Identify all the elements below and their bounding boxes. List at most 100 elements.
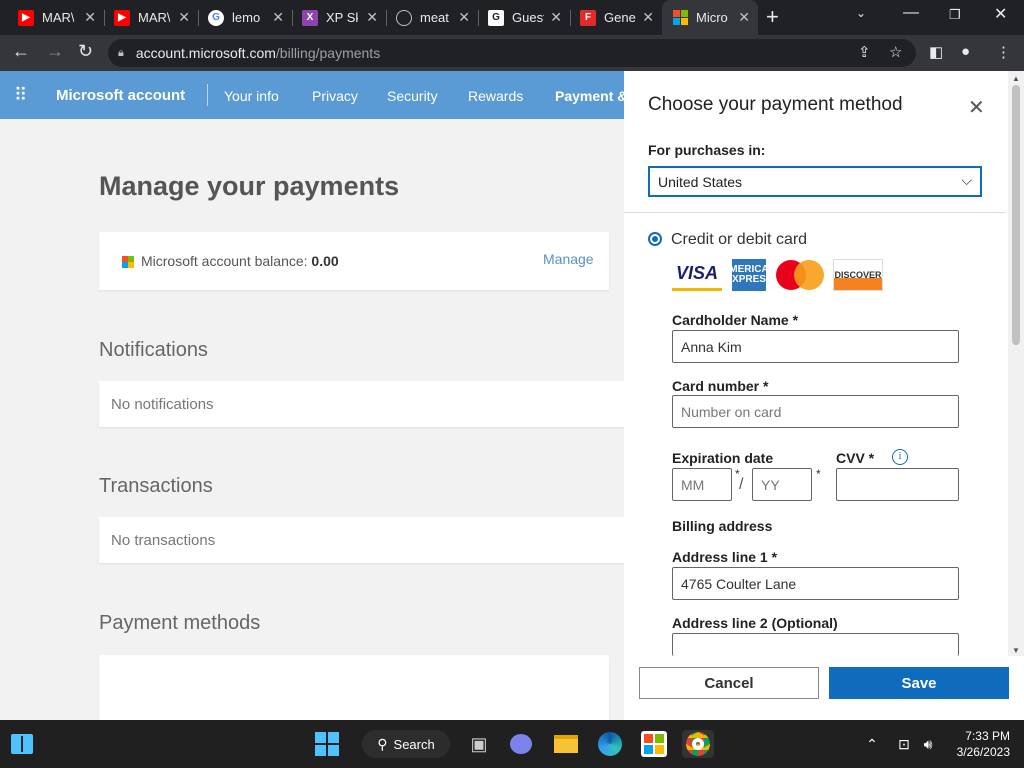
scroll-up-icon[interactable]: ▲ — [1012, 74, 1020, 83]
card-number-input[interactable]: Number on card — [672, 395, 959, 428]
widgets-icon[interactable] — [10, 730, 34, 758]
transactions-empty-text: No transactions — [111, 532, 216, 549]
purchases-label: For purchases in: — [648, 142, 766, 158]
card-number-label: Card number * — [672, 378, 769, 394]
transactions-card: No transactions — [99, 517, 639, 563]
nav-link-your-info[interactable]: Your info — [224, 88, 279, 104]
chrome-icon[interactable] — [682, 730, 714, 758]
reload-icon[interactable]: ↻ — [78, 41, 93, 62]
browser-tab[interactable]: ▶ MAR\ ✕ — [104, 0, 198, 35]
youtube-icon: ▶ — [114, 9, 130, 26]
volume-icon[interactable]: 🔊︎ — [918, 730, 938, 758]
file-explorer-icon[interactable] — [552, 730, 580, 758]
browser-tab[interactable]: meat ✕ — [386, 0, 478, 35]
scroll-down-icon[interactable]: ▼ — [1012, 646, 1020, 655]
restore-icon[interactable]: ❐ — [949, 7, 961, 23]
close-tab-icon[interactable]: ✕ — [550, 9, 562, 26]
address-line-2-input[interactable] — [672, 633, 959, 656]
browser-tab[interactable]: G Guest ✕ — [478, 0, 570, 35]
manage-link[interactable]: Manage — [543, 251, 594, 267]
address-line-2-label: Address line 2 (Optional) — [672, 615, 838, 631]
close-tab-icon[interactable]: ✕ — [642, 9, 654, 26]
panel-title: Choose your payment method — [648, 94, 903, 115]
close-tab-icon[interactable]: ✕ — [366, 9, 378, 26]
cancel-button[interactable]: Cancel — [639, 667, 819, 699]
info-icon[interactable]: i — [892, 449, 908, 465]
tab-title: meat — [420, 10, 449, 25]
clock-date: 3/26/2023 — [956, 745, 1010, 759]
taskbar-search[interactable]: ⚲ Search — [362, 730, 450, 758]
lock-icon: 🔒︎ — [118, 46, 124, 59]
g-icon: G — [488, 9, 504, 26]
start-icon[interactable] — [314, 730, 340, 758]
chevron-up-icon[interactable]: ⌃ — [864, 730, 880, 758]
nav-link-rewards[interactable]: Rewards — [468, 88, 523, 104]
address-bar[interactable]: 🔒︎ account.microsoft.com/billing/payment… — [108, 39, 916, 67]
store-icon[interactable] — [640, 730, 668, 758]
minimize-icon[interactable]: — — [903, 4, 919, 22]
scrollbar-thumb[interactable] — [1012, 85, 1020, 345]
close-icon[interactable]: ✕ — [968, 95, 985, 120]
edge-icon[interactable] — [596, 730, 624, 758]
taskbar-search-label: Search — [393, 736, 435, 752]
visa-logo: VISA — [672, 259, 722, 291]
save-button[interactable]: Save — [829, 667, 1009, 699]
task-view-icon[interactable]: ▣ — [466, 730, 492, 758]
tab-title: MAR\ — [42, 10, 74, 25]
f-icon: F — [580, 9, 596, 26]
xp-icon: X — [302, 9, 318, 26]
required-mark: * — [816, 467, 821, 481]
cvv-input[interactable] — [836, 468, 959, 501]
close-tab-icon[interactable]: ✕ — [458, 9, 470, 26]
browser-tab[interactable]: F Gene ✕ — [570, 0, 662, 35]
page-title: Manage your payments — [99, 171, 400, 201]
payment-methods-heading: Payment methods — [99, 612, 261, 634]
microsoft-icon — [672, 9, 688, 26]
url-host: account.microsoft.com — [135, 45, 276, 61]
transactions-heading: Transactions — [99, 475, 213, 497]
expiration-year-input[interactable]: YY — [752, 468, 812, 501]
browser-toolbar: ← → ↻ 🔒︎ account.microsoft.com/billing/p… — [0, 35, 1024, 71]
tab-search-icon[interactable]: ⌄ — [856, 6, 866, 20]
new-tab-icon[interactable]: + — [766, 4, 779, 30]
teams-chat-icon[interactable] — [508, 730, 534, 758]
credit-card-radio-label[interactable]: Credit or debit card — [671, 231, 807, 249]
forward-icon[interactable]: → — [46, 41, 64, 62]
country-value: United States — [658, 174, 743, 190]
close-tab-icon[interactable]: ✕ — [84, 9, 96, 26]
nav-link-security[interactable]: Security — [387, 88, 438, 104]
close-tab-icon[interactable]: ✕ — [738, 9, 750, 26]
side-panel-icon[interactable]: ◧ — [929, 43, 943, 61]
close-tab-icon[interactable]: ✕ — [178, 9, 190, 26]
credit-card-radio[interactable] — [648, 232, 662, 246]
expiration-label: Expiration date — [672, 450, 774, 466]
tab-strip: ▶ MAR\ ✕ ▶ MAR\ ✕ G lemo ✕ X XP Sk ✕ mea… — [0, 0, 1024, 35]
clock[interactable]: 7:33 PM 3/26/2023 — [946, 728, 1010, 760]
menu-dots-icon[interactable]: ⋮ — [996, 43, 1011, 61]
browser-tab[interactable]: X XP Sk ✕ — [292, 0, 386, 35]
app-launcher-icon[interactable]: ⠿ — [14, 85, 27, 106]
bookmark-star-icon[interactable]: ☆ — [889, 43, 902, 61]
close-tab-icon[interactable]: ✕ — [272, 9, 284, 26]
profile-icon[interactable]: ● — [961, 43, 970, 60]
expiration-month-input[interactable]: MM — [672, 468, 732, 501]
address-line-1-input[interactable]: 4765 Coulter Lane — [672, 567, 959, 600]
panel-scrollbar[interactable]: ▲ ▼ — [1008, 71, 1024, 656]
back-icon[interactable]: ← — [12, 41, 30, 62]
browser-tab[interactable]: ▶ MAR\ ✕ — [8, 0, 104, 35]
notifications-heading: Notifications — [99, 339, 208, 361]
browser-tab-active[interactable]: Micro ✕ — [662, 0, 758, 35]
tab-title: MAR\ — [138, 10, 170, 25]
google-icon: G — [208, 9, 224, 26]
nav-link-payment[interactable]: Payment & — [555, 88, 627, 104]
network-icon[interactable]: ⊡ — [894, 730, 914, 758]
clock-time: 7:33 PM — [965, 729, 1010, 743]
close-window-icon[interactable]: ✕ — [994, 4, 1007, 24]
cardholder-name-input[interactable]: Anna Kim — [672, 330, 959, 363]
country-select[interactable]: United States ⌵ — [648, 166, 982, 197]
browser-tab[interactable]: G lemo ✕ — [198, 0, 292, 35]
brand-title[interactable]: Microsoft account — [56, 87, 185, 104]
share-icon[interactable]: ⇪ — [858, 43, 871, 61]
nav-link-privacy[interactable]: Privacy — [312, 88, 358, 104]
tab-title: lemo — [232, 10, 261, 25]
